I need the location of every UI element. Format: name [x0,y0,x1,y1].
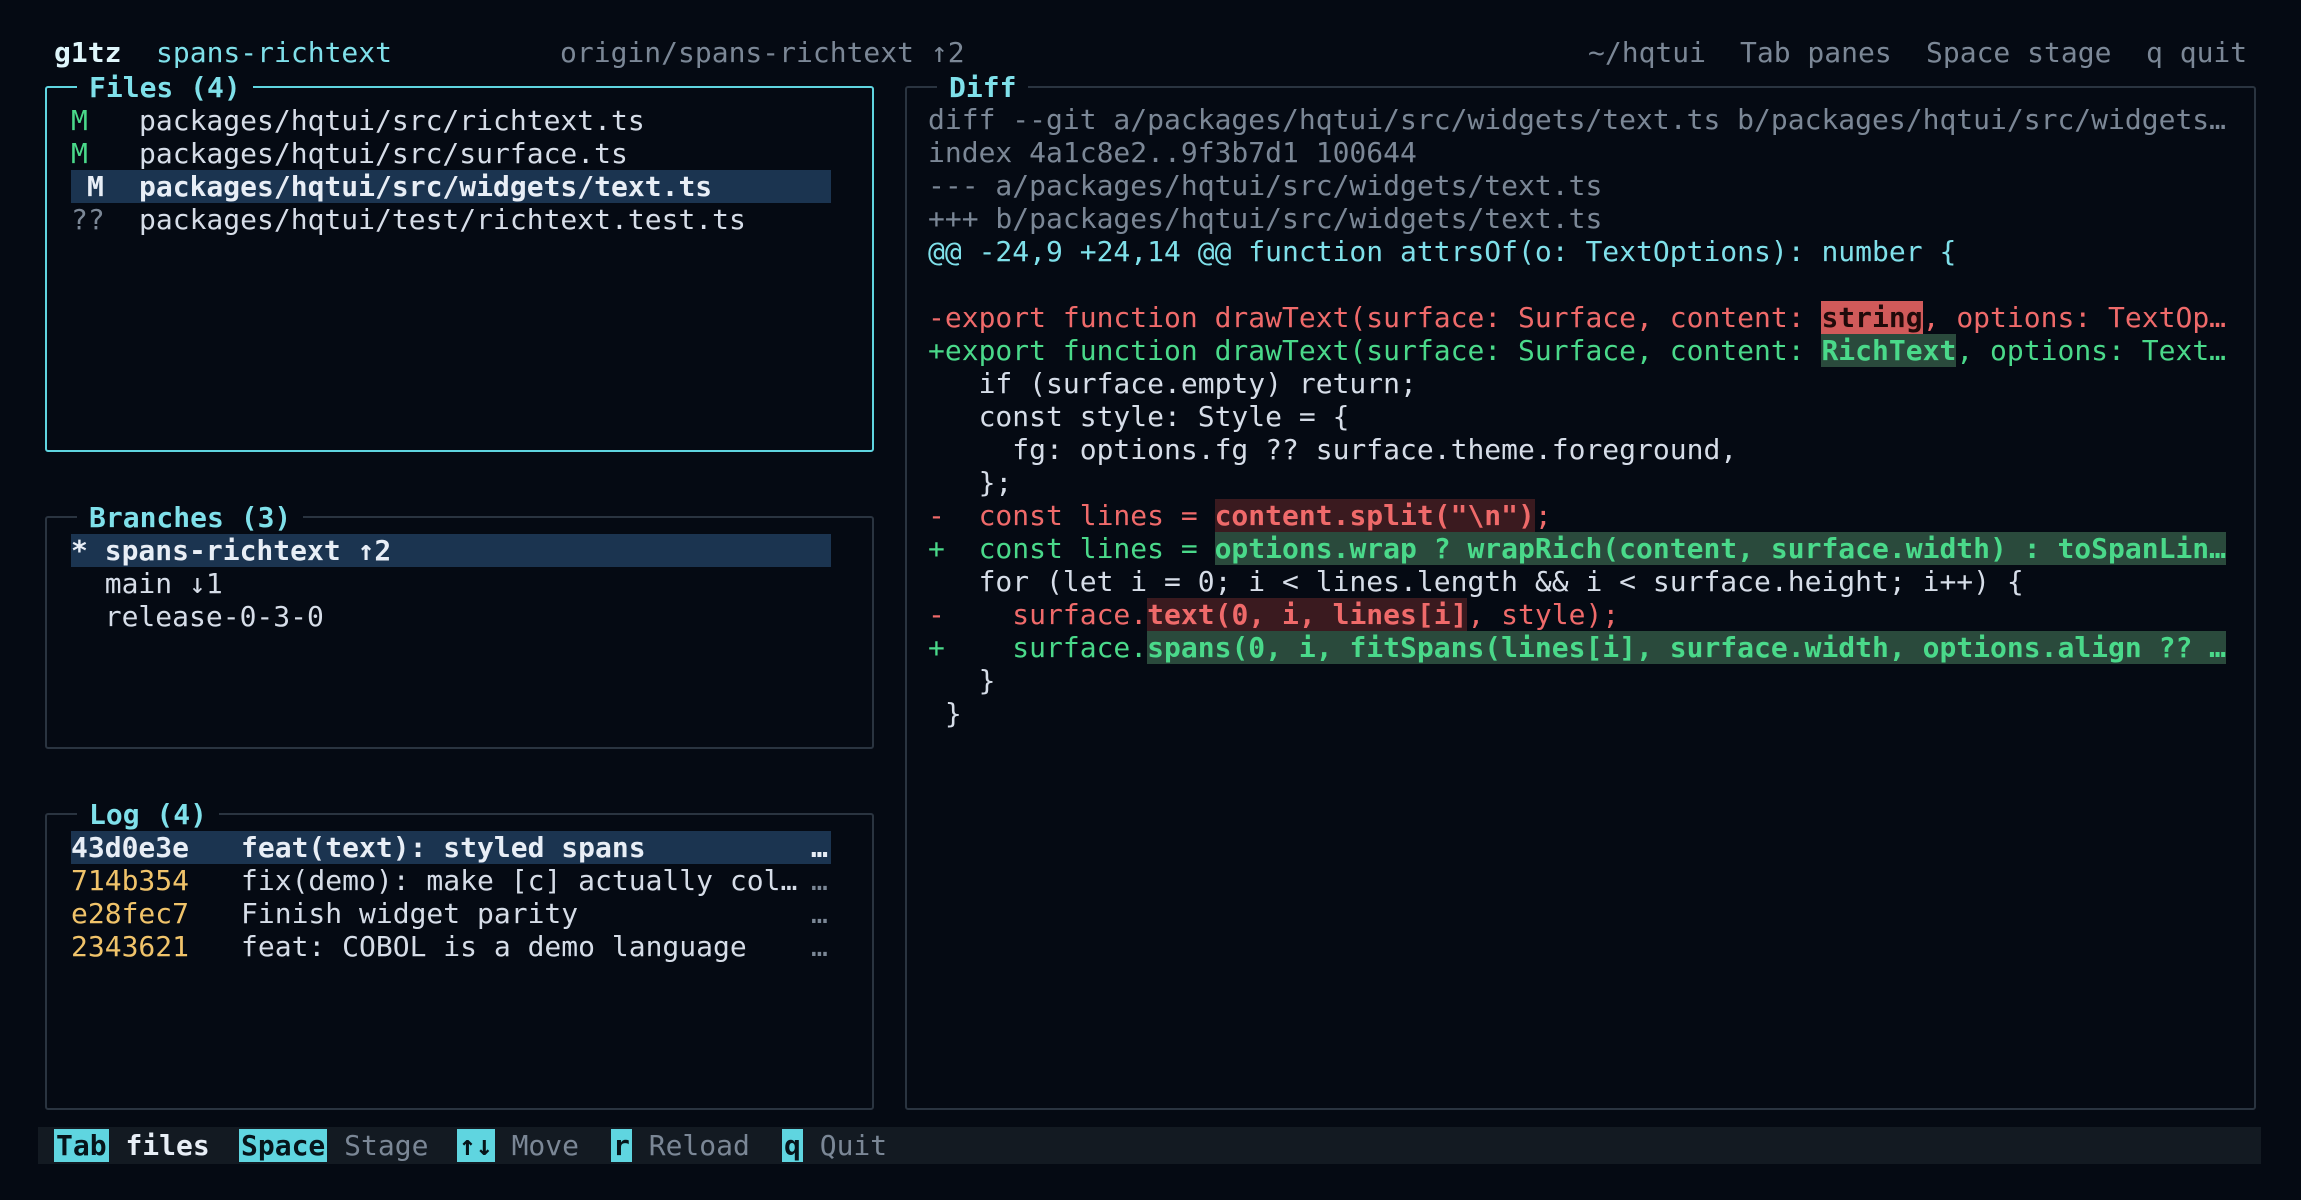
footer-item-quit[interactable]: q Quit [782,1129,887,1162]
diff-context-line: if (surface.empty) return; [928,367,1417,400]
commit-message: Finish widget parity [241,897,579,930]
branch-row[interactable]: main ↓1 [71,567,831,600]
file-row-selected[interactable]: Mpackages/hqtui/src/widgets/text.ts [71,170,831,203]
current-branch: spans-richtext [156,36,393,69]
commit-hash: 714b354 [71,864,190,897]
diff-index-line: index 4a1c8e2..9f3b7d1 100644 [928,136,1417,169]
commit-row[interactable]: e28fec7 Finish widget parity … [71,897,831,930]
commit-row[interactable]: 714b354 fix(demo): make [c] actually col…… [71,864,831,897]
diff-context-line: for (let i = 0; i < lines.length && i < … [928,565,2024,598]
diff-panel-title: Diff [937,71,1029,104]
branches-panel[interactable]: Branches (3) * spans-richtext ↑2 main ↓1… [45,501,874,749]
commit-row-selected[interactable]: 43d0e3e feat(text): styled spans … [71,831,831,864]
diff-removed-line: - surface.text(0, i, lines[i], style); [928,598,1620,631]
remote-tracking: origin/spans-richtext ↑2 [560,36,965,69]
log-panel[interactable]: Log (4) 43d0e3e feat(text): styled spans …… [45,798,874,1110]
more-indicator: … [811,831,828,864]
more-indicator: … [811,930,828,963]
diff-header-line: diff --git a/packages/hqtui/src/widgets/… [928,103,2227,136]
diff-old-file-line: --- a/packages/hqtui/src/widgets/text.ts [928,169,1603,202]
more-indicator: … [811,897,828,930]
diff-context-line: } [928,664,996,697]
commit-hash: 2343621 [71,930,190,963]
commit-hash: e28fec7 [71,897,190,930]
commit-message: feat: COBOL is a demo language [241,930,747,963]
file-row[interactable]: Mpackages/hqtui/src/surface.ts [71,137,831,170]
branches-panel-title: Branches (3) [77,501,304,534]
file-row[interactable]: ?? packages/hqtui/test/richtext.test.ts [71,203,831,236]
commit-row[interactable]: 2343621 feat: COBOL is a demo language … [71,930,831,963]
diff-new-file-line: +++ b/packages/hqtui/src/widgets/text.ts [928,202,1603,235]
branch-row-current[interactable]: * spans-richtext ↑2 [71,534,831,567]
diff-removed-line: - const lines = content.split("\n"); [928,499,1552,532]
hint-space-stage: Space stage [1926,36,2112,69]
commit-hash: 43d0e3e [71,831,190,864]
files-panel[interactable]: Files (4) Mpackages/hqtui/src/richtext.t… [45,71,874,452]
diff-added-line: + const lines = options.wrap ? wrapRich(… [928,532,2227,565]
commit-message: fix(demo): make [c] actually col… [241,864,798,897]
diff-context-line: }; [928,466,1013,499]
more-indicator: … [811,864,828,897]
footer-item-reload[interactable]: r Reload [611,1129,750,1162]
branch-row[interactable]: release-0-3-0 [71,600,831,633]
footer-item-tab[interactable]: Tab files [54,1129,210,1162]
diff-context-line: } [928,697,962,730]
footer-item-space[interactable]: Space Stage [239,1129,428,1162]
files-panel-title: Files (4) [77,71,253,104]
diff-added-line: + surface.spans(0, i, fitSpans(lines[i],… [928,631,2227,664]
keybinding-bar: Tab files Space Stage ↑↓ Move r Reload q… [38,1127,2261,1164]
file-row[interactable]: Mpackages/hqtui/src/richtext.ts [71,104,831,137]
app-name: g1tz [54,36,122,69]
log-panel-title: Log (4) [77,798,220,831]
diff-added-line: +export function drawText(surface: Surfa… [928,334,2227,367]
diff-context-line: const style: Style = { [928,400,1350,433]
commit-message: feat(text): styled spans [241,831,646,864]
diff-removed-line: -export function drawText(surface: Surfa… [928,301,2227,334]
diff-context-line: fg: options.fg ?? surface.theme.foregrou… [928,433,1738,466]
hint-tab-panes: Tab panes [1740,36,1892,69]
repo-path: ~/hqtui [1588,36,1707,69]
diff-hunk-header: @@ -24,9 +24,14 @@ function attrsOf(o: T… [928,235,1957,268]
hint-quit: q quit [2146,36,2248,69]
footer-item-move[interactable]: ↑↓ Move [457,1129,579,1162]
